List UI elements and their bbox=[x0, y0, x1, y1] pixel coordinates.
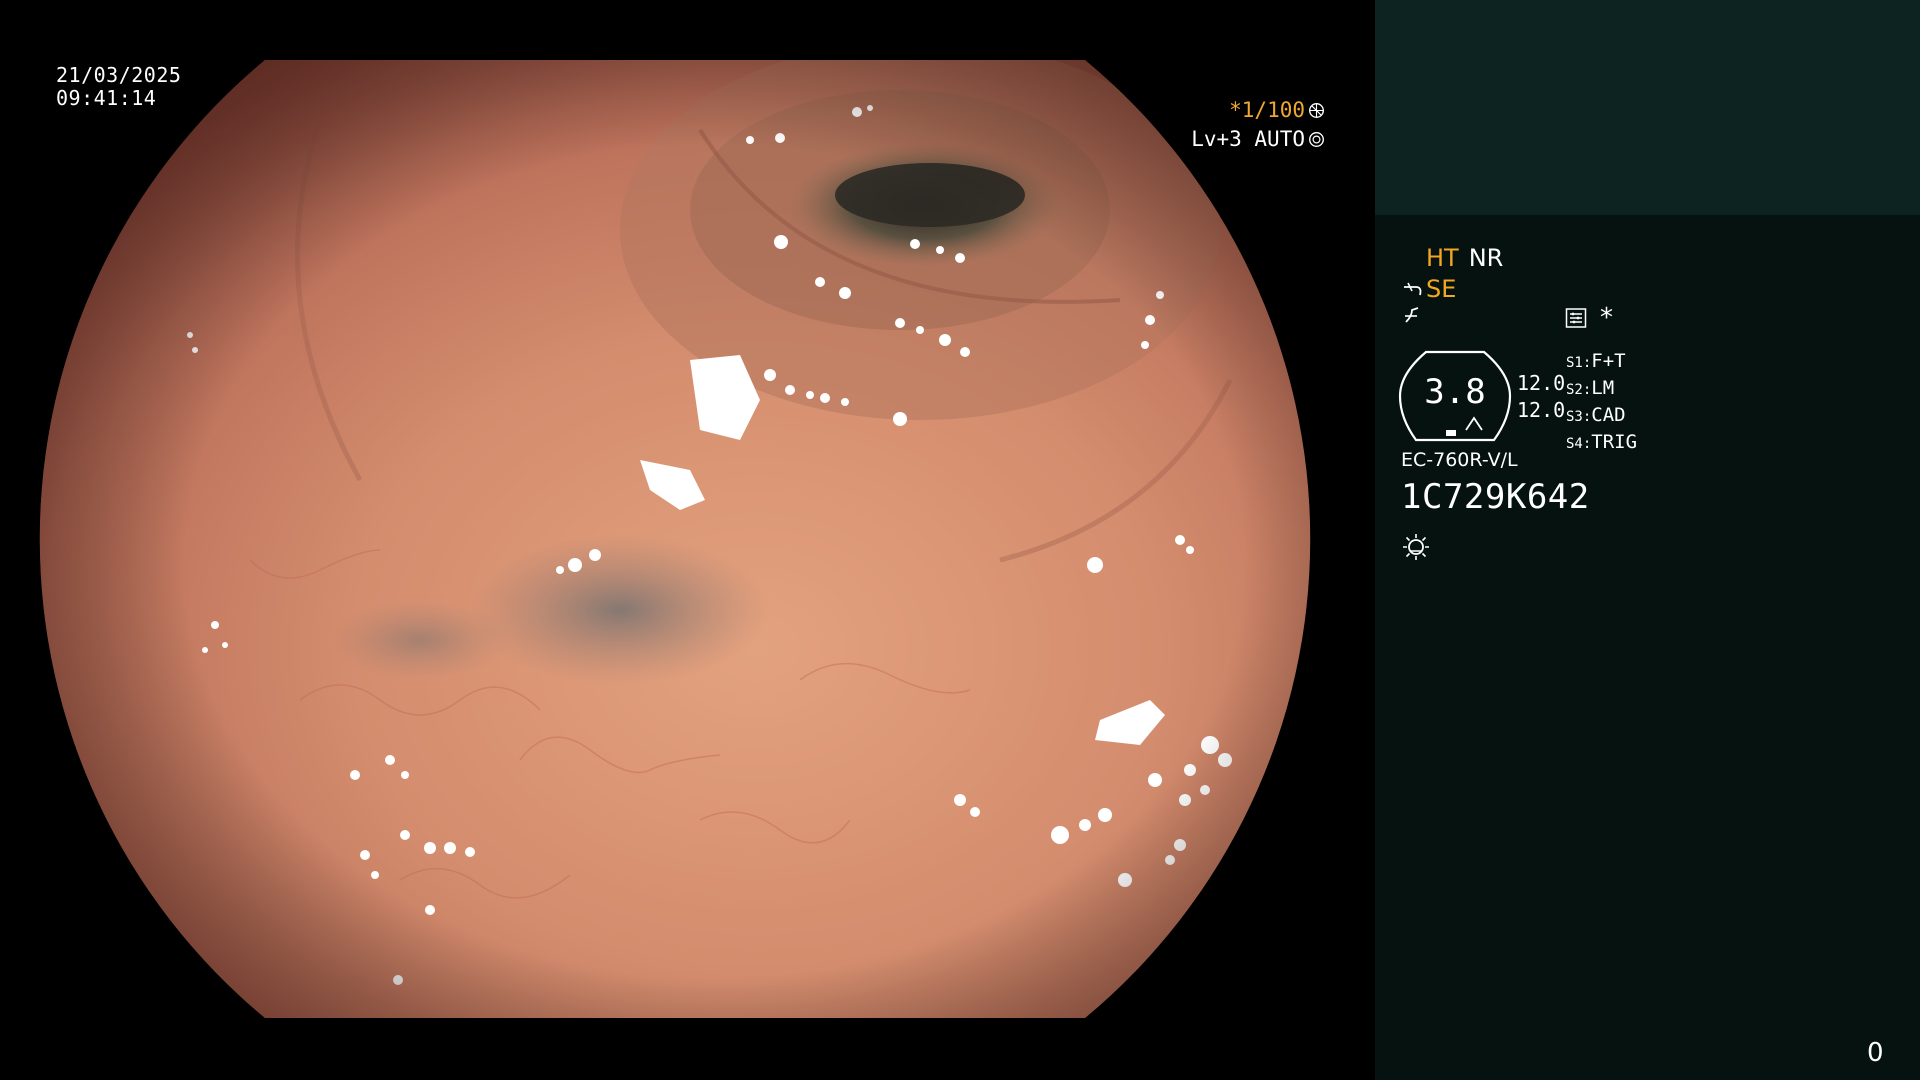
shutter-speed-text: *1/100 bbox=[1229, 98, 1305, 122]
ht-nr-row: HT NR bbox=[1426, 244, 1503, 272]
scope-serial: 1C729K642 bbox=[1401, 477, 1590, 517]
switch-value: TRIG bbox=[1591, 431, 1638, 453]
frame-counter: 0 bbox=[1867, 1038, 1884, 1068]
iris-text: Lv+3 AUTO bbox=[1191, 127, 1305, 151]
switch-item: S4:TRIG bbox=[1566, 430, 1637, 457]
gauge-number-2: 12.0 bbox=[1517, 398, 1566, 422]
switch-value: CAD bbox=[1591, 404, 1626, 426]
iris-indicator: Lv+3 AUTO bbox=[1191, 127, 1325, 151]
info-panel: HT NR SE * 3.8 12.0 12.0 S1:F+T S2:LM S3… bbox=[1375, 0, 1920, 1080]
shutter-ring-icon bbox=[1309, 102, 1324, 118]
switch-list: S1:F+T S2:LM S3:CAD S4:TRIG bbox=[1566, 349, 1637, 457]
switch-item: S1:F+T bbox=[1566, 349, 1637, 376]
gauge-number-1: 12.0 bbox=[1517, 371, 1566, 395]
endoscopic-image bbox=[39, 60, 1311, 1018]
gauge-value: 3.8 bbox=[1424, 372, 1486, 412]
info-panel-header bbox=[1375, 0, 1920, 215]
function-icon bbox=[1405, 307, 1419, 323]
switch-key: S2: bbox=[1566, 382, 1592, 398]
menu-icon bbox=[1565, 308, 1587, 328]
datetime-display: 21/03/2025 09:41:14 bbox=[56, 64, 181, 110]
switch-item: S3:CAD bbox=[1566, 403, 1637, 430]
switch-key: S4: bbox=[1566, 436, 1592, 452]
shutter-speed-indicator: *1/100 bbox=[1229, 98, 1325, 122]
gauge-numbers: 12.0 12.0 bbox=[1517, 370, 1565, 424]
switch-key: S1: bbox=[1566, 355, 1592, 371]
scope-curve-icon bbox=[1404, 282, 1422, 296]
iris-ring-icon bbox=[1309, 131, 1324, 147]
switch-key: S3: bbox=[1566, 409, 1592, 425]
switch-value: LM bbox=[1591, 377, 1615, 399]
asterisk-indicator: * bbox=[1600, 303, 1613, 333]
date-text: 21/03/2025 bbox=[56, 63, 182, 87]
se-row: SE bbox=[1402, 275, 1456, 303]
switch-value: F+T bbox=[1591, 350, 1626, 372]
switch-item: S2:LM bbox=[1566, 376, 1637, 403]
se-label: SE bbox=[1426, 275, 1457, 303]
nr-label: NR bbox=[1468, 244, 1504, 272]
ht-label: HT bbox=[1426, 244, 1459, 272]
function-row bbox=[1402, 304, 1424, 326]
brightness-icon bbox=[1403, 534, 1429, 560]
time-text: 09:41:14 bbox=[56, 86, 157, 110]
scope-model: EC-760R-V/L bbox=[1401, 449, 1518, 471]
endoscope-video-area: 21/03/2025 09:41:14 *1/100 Lv+3 AUTO bbox=[0, 0, 1375, 1080]
